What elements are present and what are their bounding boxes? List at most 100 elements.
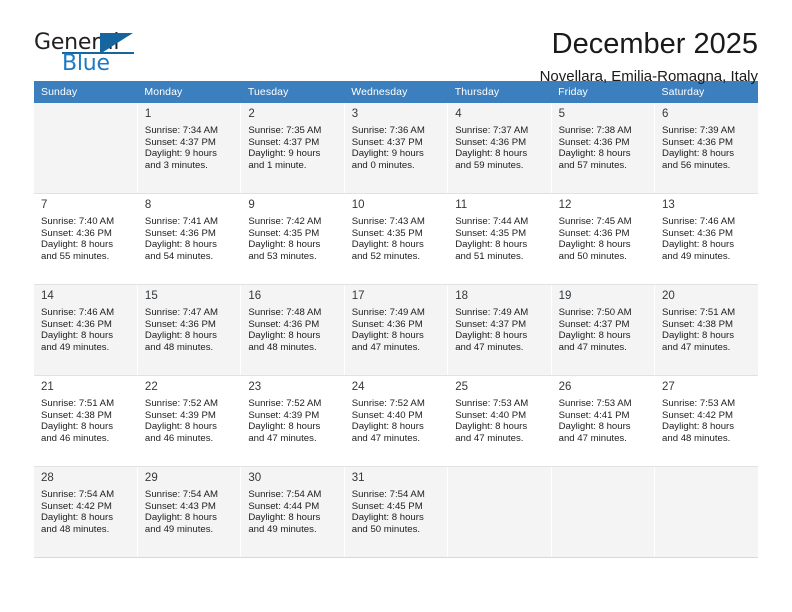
page-title: December 2025 xyxy=(551,28,758,60)
calendar-day-cell[interactable]: 3 Sunrise: 7:36 AM Sunset: 4:37 PM Daylight… xyxy=(344,103,449,194)
daylight-duration-line1: Daylight: 8 hours xyxy=(41,421,113,433)
day-sun-info: Sunrise: 7:35 AM Sunset: 4:37 PM Daylight:… xyxy=(248,125,337,171)
sunrise-time: Sunrise: 7:54 AM xyxy=(248,489,322,500)
calendar-day-cell[interactable]: 29 Sunrise: 7:54 AM Sunset: 4:43 PM Dayligh… xyxy=(137,466,242,558)
calendar-day-cell[interactable] xyxy=(447,466,552,558)
daylight-duration-line1: Daylight: 8 hours xyxy=(41,512,113,524)
calendar-day-cell[interactable] xyxy=(654,466,758,558)
calendar-day-cell[interactable]: 22 Sunrise: 7:52 AM Sunset: 4:39 PM Dayligh… xyxy=(137,375,242,467)
calendar-day-cell[interactable]: 11 Sunrise: 7:44 AM Sunset: 4:35 PM Dayligh… xyxy=(447,193,552,285)
day-number: 19 xyxy=(558,290,572,302)
calendar-day-cell[interactable]: 10 Sunrise: 7:43 AM Sunset: 4:35 PM Dayligh… xyxy=(344,193,449,285)
day-cell-content: 9 Sunrise: 7:42 AM Sunset: 4:35 PM Daylight… xyxy=(241,194,343,284)
calendar-day-cell[interactable]: 16 Sunrise: 7:48 AM Sunset: 4:36 PM Dayligh… xyxy=(240,284,345,376)
sunrise-time: Sunrise: 7:51 AM xyxy=(662,307,736,318)
daylight-duration-line1: Daylight: 8 hours xyxy=(558,421,631,433)
sunrise-time: Sunrise: 7:43 AM xyxy=(351,216,425,227)
sunset-time: Sunset: 4:36 PM xyxy=(144,318,216,330)
calendar-day-cell[interactable]: 5 Sunrise: 7:38 AM Sunset: 4:36 PM Daylight… xyxy=(551,103,656,194)
general-blue-logo[interactable]: General Blue xyxy=(34,27,142,79)
day-cell-empty xyxy=(655,467,758,557)
calendar-day-cell[interactable]: 21 Sunrise: 7:51 AM Sunset: 4:38 PM Dayligh… xyxy=(34,375,138,467)
calendar-day-cell[interactable]: 17 Sunrise: 7:49 AM Sunset: 4:36 PM Dayligh… xyxy=(344,284,449,376)
day-cell-content: 10 Sunrise: 7:43 AM Sunset: 4:35 PM Dayligh… xyxy=(345,194,447,284)
calendar-day-cell[interactable]: 8 Sunrise: 7:41 AM Sunset: 4:36 PM Daylight… xyxy=(137,193,242,285)
calendar-day-cell[interactable]: 6 Sunrise: 7:39 AM Sunset: 4:36 PM Daylight… xyxy=(654,103,758,194)
daylight-duration-line2: and 49 minutes. xyxy=(248,523,317,535)
daylight-duration-line1: Daylight: 8 hours xyxy=(351,512,424,524)
sunset-time: Sunset: 4:37 PM xyxy=(455,318,527,330)
calendar-day-cell[interactable]: 18 Sunrise: 7:49 AM Sunset: 4:37 PM Dayligh… xyxy=(447,284,552,376)
sunset-time: Sunset: 4:37 PM xyxy=(351,136,423,148)
calendar-day-cell[interactable]: 28 Sunrise: 7:54 AM Sunset: 4:42 PM Dayligh… xyxy=(34,466,138,558)
sunset-time: Sunset: 4:42 PM xyxy=(662,409,733,421)
day-sun-info: Sunrise: 7:50 AM Sunset: 4:37 PM Daylight:… xyxy=(559,307,648,353)
day-cell-content: 16 Sunrise: 7:48 AM Sunset: 4:36 PM Dayligh… xyxy=(241,285,343,375)
day-sun-info: Sunrise: 7:42 AM Sunset: 4:35 PM Daylight:… xyxy=(248,216,337,262)
calendar-day-cell[interactable]: 31 Sunrise: 7:54 AM Sunset: 4:45 PM Dayligh… xyxy=(344,466,449,558)
daylight-duration-line2: and 54 minutes. xyxy=(144,250,214,262)
sunrise-time: Sunrise: 7:53 AM xyxy=(558,398,632,409)
calendar-day-cell[interactable]: 20 Sunrise: 7:51 AM Sunset: 4:38 PM Dayligh… xyxy=(654,284,758,376)
day-sun-info: Sunrise: 7:40 AM Sunset: 4:36 PM Daylight:… xyxy=(41,216,131,262)
sunrise-time: Sunrise: 7:39 AM xyxy=(662,125,736,136)
day-number: 31 xyxy=(351,472,365,484)
calendar-day-cell[interactable]: 25 Sunrise: 7:53 AM Sunset: 4:40 PM Dayligh… xyxy=(447,375,552,467)
sunrise-time: Sunrise: 7:47 AM xyxy=(144,307,218,318)
calendar-day-cell[interactable] xyxy=(34,103,138,194)
calendar-day-cell[interactable]: 7 Sunrise: 7:40 AM Sunset: 4:36 PM Daylight… xyxy=(34,193,138,285)
sunrise-time: Sunrise: 7:41 AM xyxy=(144,216,218,227)
calendar-body: 1 Sunrise: 7:34 AM Sunset: 4:37 PM Daylight… xyxy=(34,103,758,558)
calendar-day-cell[interactable]: 24 Sunrise: 7:52 AM Sunset: 4:40 PM Dayligh… xyxy=(344,375,449,467)
daylight-duration-line2: and 49 minutes. xyxy=(144,523,214,535)
calendar-day-cell[interactable]: 9 Sunrise: 7:42 AM Sunset: 4:35 PM Daylight… xyxy=(240,193,345,285)
calendar-day-cell[interactable]: 14 Sunrise: 7:46 AM Sunset: 4:36 PM Dayligh… xyxy=(34,284,138,376)
calendar-day-cell[interactable]: 2 Sunrise: 7:35 AM Sunset: 4:37 PM Daylight… xyxy=(240,103,345,194)
calendar-day-cell[interactable]: 15 Sunrise: 7:47 AM Sunset: 4:36 PM Dayligh… xyxy=(137,284,242,376)
day-sun-info: Sunrise: 7:37 AM Sunset: 4:36 PM Daylight:… xyxy=(455,125,544,171)
calendar-day-cell[interactable]: 23 Sunrise: 7:52 AM Sunset: 4:39 PM Dayligh… xyxy=(240,375,345,467)
calendar-day-cell[interactable]: 12 Sunrise: 7:45 AM Sunset: 4:36 PM Dayligh… xyxy=(551,193,656,285)
calendar-day-cell[interactable]: 30 Sunrise: 7:54 AM Sunset: 4:44 PM Dayligh… xyxy=(240,466,345,558)
day-number: 11 xyxy=(455,199,468,211)
daylight-duration-line1: Daylight: 8 hours xyxy=(144,421,217,433)
day-sun-info: Sunrise: 7:45 AM Sunset: 4:36 PM Daylight:… xyxy=(559,216,648,262)
sunset-time: Sunset: 4:37 PM xyxy=(144,136,216,148)
day-cell-content: 22 Sunrise: 7:52 AM Sunset: 4:39 PM Dayligh… xyxy=(138,376,240,466)
calendar-day-cell[interactable]: 1 Sunrise: 7:34 AM Sunset: 4:37 PM Daylight… xyxy=(137,103,242,194)
daylight-duration-line1: Daylight: 8 hours xyxy=(351,421,424,433)
sunset-time: Sunset: 4:36 PM xyxy=(558,136,630,148)
sunset-time: Sunset: 4:45 PM xyxy=(351,500,423,512)
day-cell-empty xyxy=(34,103,137,193)
weekday-header-sunday: Sunday xyxy=(34,81,138,103)
sunset-time: Sunset: 4:40 PM xyxy=(455,409,527,421)
day-number: 13 xyxy=(662,199,675,211)
calendar-day-cell[interactable] xyxy=(551,466,656,558)
sunrise-time: Sunrise: 7:52 AM xyxy=(144,398,218,409)
daylight-duration-line1: Daylight: 8 hours xyxy=(248,512,321,524)
day-cell-content: 29 Sunrise: 7:54 AM Sunset: 4:43 PM Dayligh… xyxy=(138,467,240,557)
day-cell-empty xyxy=(448,467,550,557)
daylight-duration-line2: and 1 minute. xyxy=(248,159,307,171)
day-cell-content: 15 Sunrise: 7:47 AM Sunset: 4:36 PM Dayligh… xyxy=(138,285,240,375)
daylight-duration-line2: and 48 minutes. xyxy=(144,341,214,353)
calendar-day-cell[interactable]: 4 Sunrise: 7:37 AM Sunset: 4:36 PM Daylight… xyxy=(447,103,552,194)
day-cell-content: 17 Sunrise: 7:49 AM Sunset: 4:36 PM Dayligh… xyxy=(345,285,447,375)
day-number: 25 xyxy=(455,381,468,393)
day-number: 16 xyxy=(248,290,262,302)
calendar-day-cell[interactable]: 26 Sunrise: 7:53 AM Sunset: 4:41 PM Dayligh… xyxy=(551,375,656,467)
day-sun-info: Sunrise: 7:39 AM Sunset: 4:36 PM Daylight:… xyxy=(662,125,752,171)
daylight-duration-line1: Daylight: 8 hours xyxy=(662,330,735,342)
calendar-day-cell[interactable]: 19 Sunrise: 7:50 AM Sunset: 4:37 PM Dayligh… xyxy=(551,284,656,376)
sunset-time: Sunset: 4:37 PM xyxy=(248,136,320,148)
daylight-duration-line2: and 47 minutes. xyxy=(455,341,524,353)
day-sun-info: Sunrise: 7:48 AM Sunset: 4:36 PM Daylight:… xyxy=(248,307,337,353)
daylight-duration-line2: and 57 minutes. xyxy=(558,159,627,171)
calendar-day-cell[interactable]: 27 Sunrise: 7:53 AM Sunset: 4:42 PM Dayligh… xyxy=(654,375,758,467)
day-sun-info: Sunrise: 7:51 AM Sunset: 4:38 PM Daylight:… xyxy=(41,398,131,444)
daylight-duration-line2: and 52 minutes. xyxy=(351,250,421,262)
calendar-day-cell[interactable]: 13 Sunrise: 7:46 AM Sunset: 4:36 PM Dayligh… xyxy=(654,193,758,285)
day-number: 6 xyxy=(662,108,669,120)
sunrise-time: Sunrise: 7:42 AM xyxy=(248,216,322,227)
daylight-duration-line2: and 50 minutes. xyxy=(351,523,421,535)
